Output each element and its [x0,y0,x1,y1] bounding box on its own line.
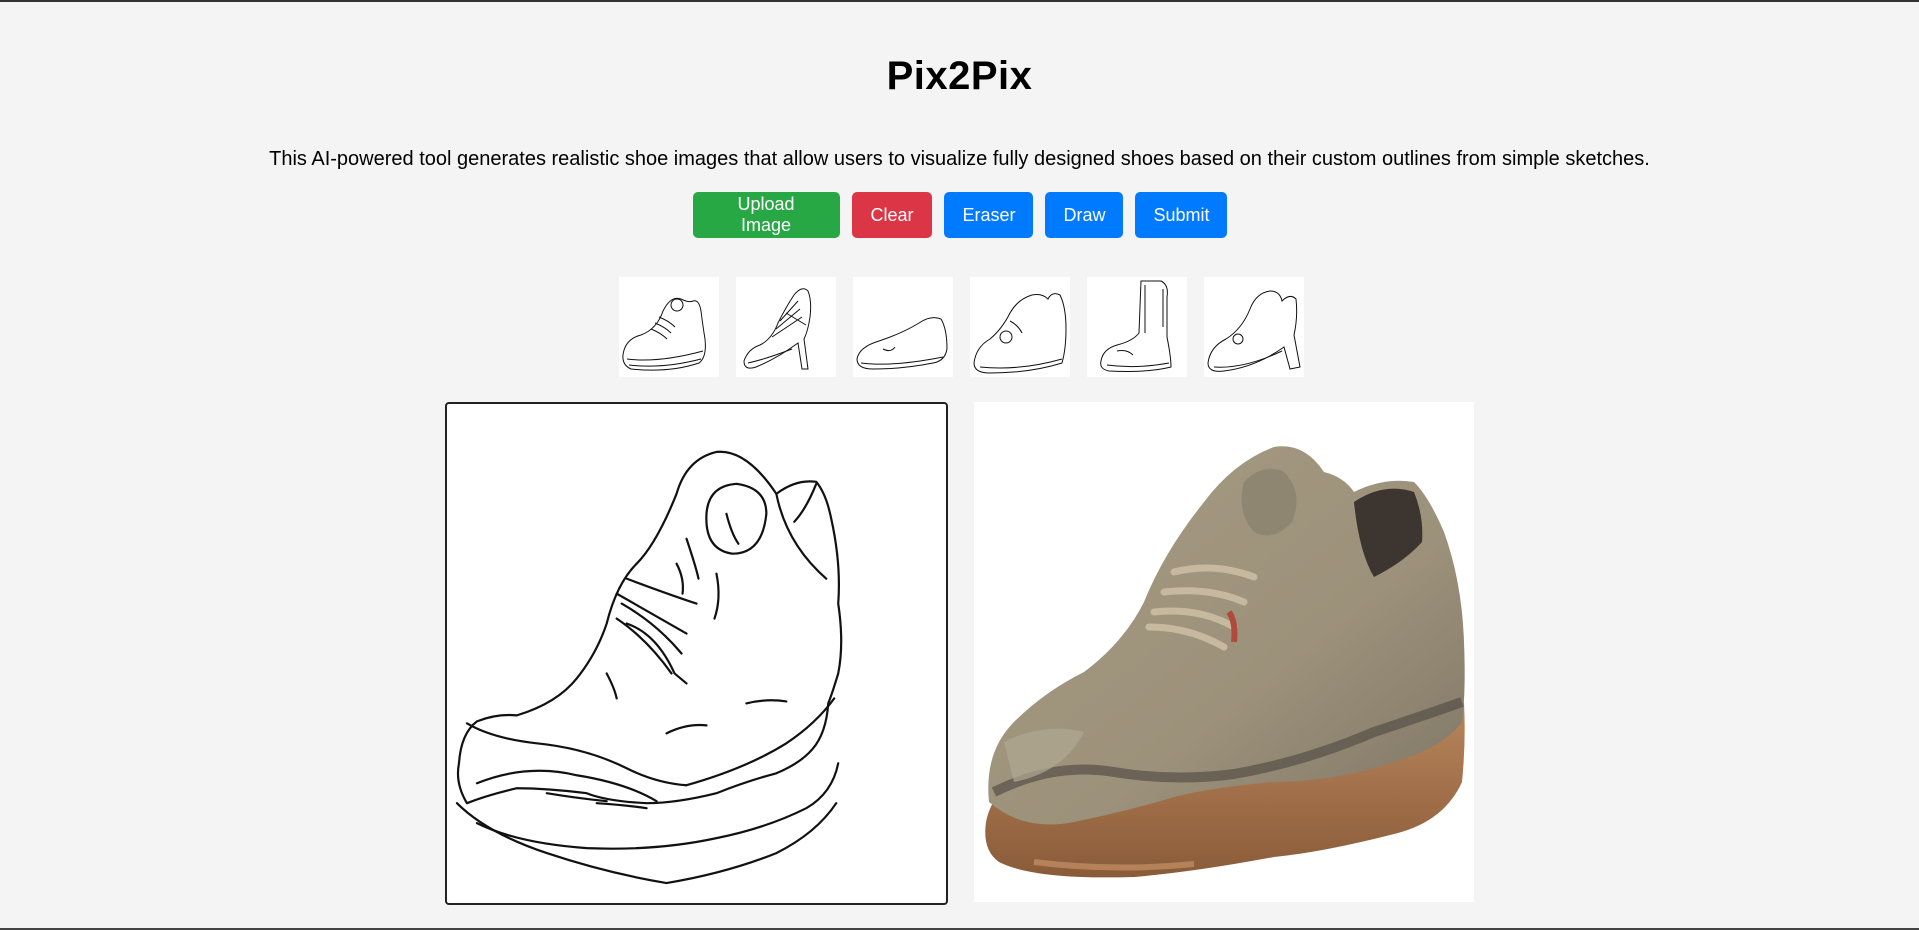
high-heel-sketch-icon [743,288,812,370]
example-sketch-1[interactable] [619,277,719,377]
upload-image-button[interactable]: Upload Image [692,192,840,238]
eraser-button[interactable]: Eraser [943,192,1033,238]
example-sketch-4[interactable] [970,277,1070,377]
flat-shoe-sketch-icon [856,317,948,370]
example-sketches [619,277,1304,377]
example-sketch-6[interactable] [1204,277,1304,377]
submit-button[interactable]: Submit [1134,192,1227,238]
heeled-ankle-boot-sketch-icon [1207,290,1301,372]
example-sketch-3[interactable] [853,277,953,377]
page: Pix2Pix This AI-powered tool generates r… [0,0,1919,930]
tall-boot-sketch-icon [1100,280,1172,372]
example-sketch-2[interactable] [736,277,836,377]
draw-button[interactable]: Draw [1044,192,1123,238]
lace-up-shoe-sketch-icon [622,297,706,371]
shoe-sketch-drawing [455,450,843,885]
clear-button[interactable]: Clear [851,192,932,238]
page-title: Pix2Pix [886,54,1033,98]
low-boot-sketch-icon [973,293,1067,374]
toolbar: Upload Image Clear Eraser Draw Submit [0,192,1919,238]
sketch-canvas[interactable] [445,402,948,905]
page-description: This AI-powered tool generates realistic… [269,148,1650,170]
generated-shoe-image [985,446,1465,878]
generated-output-image [974,402,1474,902]
example-sketch-5[interactable] [1087,277,1187,377]
